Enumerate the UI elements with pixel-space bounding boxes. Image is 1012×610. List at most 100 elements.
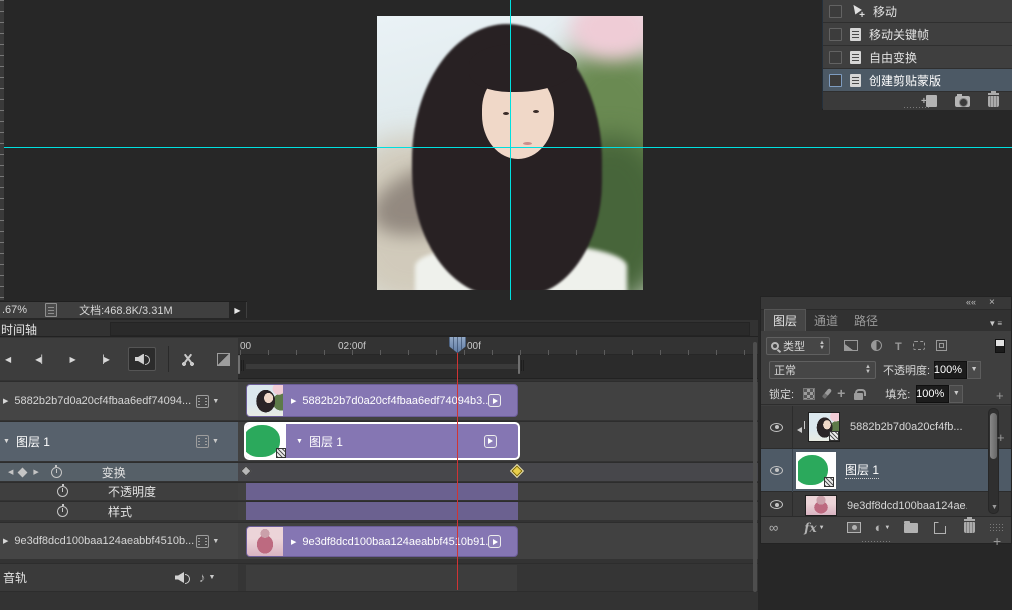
stopwatch-icon[interactable] bbox=[51, 467, 62, 478]
history-item-free-transform[interactable]: 自由变换 bbox=[823, 46, 1012, 69]
music-note-icon[interactable] bbox=[199, 569, 206, 587]
tab-paths[interactable]: 路径 bbox=[846, 310, 886, 331]
document-info[interactable]: 文档:468.8K/3.31M bbox=[79, 302, 173, 318]
layer-row-2-selected[interactable]: 图层 1 bbox=[761, 449, 1011, 492]
tab-layers[interactable]: 图层 bbox=[764, 309, 806, 331]
property-header-style[interactable]: 样式 bbox=[0, 501, 238, 520]
layer-thumbnail[interactable] bbox=[808, 412, 840, 442]
new-snapshot-icon[interactable] bbox=[955, 96, 970, 107]
clip-track-1[interactable]: ▶ 5882b2b7d0a20cf4fbaa6edf74094b3... bbox=[246, 384, 518, 417]
timeline-scrollbar[interactable] bbox=[753, 342, 757, 592]
panel-bottom-grip[interactable] bbox=[861, 540, 891, 543]
scroll-down-arrow-icon[interactable]: ▼ bbox=[991, 504, 998, 511]
track-header-2-selected[interactable]: ▼ 图层 1 ▼ bbox=[0, 421, 238, 461]
play-icon[interactable]: ▶ bbox=[69, 355, 75, 364]
panel-menu-icon[interactable]: ▼≡ bbox=[988, 319, 1003, 331]
lock-pixels-icon[interactable] bbox=[822, 388, 832, 399]
pane-handle-plus-1[interactable]: + bbox=[996, 388, 1004, 403]
horizontal-guide[interactable] bbox=[4, 147, 1012, 148]
add-keyframe-diamond-icon[interactable] bbox=[18, 467, 28, 477]
clip-options-button[interactable] bbox=[488, 394, 501, 407]
lock-all-icon[interactable] bbox=[854, 393, 863, 400]
mute-audio-button[interactable] bbox=[128, 347, 156, 371]
filter-pixel-layers-icon[interactable] bbox=[844, 340, 858, 351]
filter-smart-objects-icon[interactable] bbox=[936, 340, 947, 351]
filter-shape-layers-icon[interactable] bbox=[913, 341, 925, 350]
layers-scrollbar[interactable]: ▼ bbox=[988, 408, 999, 514]
previous-frame-icon[interactable]: ◀▏ bbox=[35, 355, 47, 364]
audio-track-header[interactable]: 音轨 ▼ bbox=[0, 563, 238, 591]
visibility-eye-icon[interactable] bbox=[770, 423, 783, 432]
tab-timeline[interactable]: 时间轴 bbox=[1, 321, 37, 338]
filter-toggle-icon[interactable] bbox=[995, 339, 1005, 353]
new-group-icon[interactable] bbox=[904, 523, 918, 533]
panel-resize-grip[interactable] bbox=[903, 106, 931, 109]
fill-value[interactable]: 100% bbox=[916, 385, 949, 403]
filter-adjustment-layers-icon[interactable] bbox=[871, 340, 882, 351]
history-source-checkbox[interactable] bbox=[829, 51, 842, 64]
adjustment-layer-icon[interactable] bbox=[875, 519, 883, 537]
visibility-eye-icon[interactable] bbox=[770, 500, 783, 509]
track-media-menu[interactable]: ▼ bbox=[196, 535, 219, 548]
track-media-menu[interactable]: ▼ bbox=[196, 435, 219, 448]
pane-handle-plus-3[interactable]: + bbox=[993, 533, 1001, 549]
first-frame-icon[interactable]: ◀ bbox=[5, 355, 11, 364]
layer-name[interactable]: 5882b2b7d0a20cf4fb... bbox=[850, 421, 970, 433]
status-page-icon[interactable] bbox=[45, 303, 57, 317]
work-area-end-handle[interactable] bbox=[518, 355, 520, 374]
expand-track-icon[interactable]: ▶ bbox=[3, 397, 8, 405]
vertical-guide[interactable] bbox=[510, 0, 511, 300]
property-header-transform[interactable]: ◀ ▶ 变换 bbox=[0, 462, 238, 481]
new-layer-icon[interactable] bbox=[934, 522, 946, 534]
audio-mute-icon[interactable] bbox=[175, 572, 189, 583]
delete-layer-icon[interactable] bbox=[964, 522, 975, 533]
opacity-value[interactable]: 100% bbox=[934, 361, 967, 379]
zoom-level[interactable]: .67% bbox=[2, 304, 27, 316]
chevron-down-icon[interactable]: ▼ bbox=[209, 574, 216, 581]
history-source-checkbox[interactable] bbox=[829, 28, 842, 41]
next-keyframe-icon[interactable]: ▶ bbox=[33, 468, 38, 476]
visibility-eye-icon[interactable] bbox=[770, 466, 783, 475]
lock-position-icon[interactable] bbox=[837, 385, 845, 403]
blend-mode-combo[interactable]: 正常 bbox=[769, 361, 876, 379]
layer-row-1[interactable]: 5882b2b7d0a20cf4fb... bbox=[761, 406, 1011, 449]
lock-transparency-icon[interactable] bbox=[803, 388, 815, 400]
clip-expand-icon[interactable]: ▶ bbox=[291, 397, 296, 405]
work-area-start-handle[interactable] bbox=[238, 355, 240, 374]
history-source-checkbox[interactable] bbox=[829, 5, 842, 18]
previous-keyframe-icon[interactable]: ◀ bbox=[8, 468, 13, 476]
layer-name[interactable]: 9e3df8dcd100baa124ae... bbox=[847, 500, 967, 512]
add-layer-mask-icon[interactable] bbox=[847, 522, 861, 533]
history-item-move-keyframe[interactable]: 移动关键帧 bbox=[823, 23, 1012, 46]
track-header-3[interactable]: ▶ 9e3df8dcd100baa124aeabbf4510b... ▼ bbox=[0, 522, 238, 559]
stopwatch-icon[interactable] bbox=[57, 506, 68, 517]
transition-icon[interactable] bbox=[217, 353, 230, 366]
stopwatch-icon[interactable] bbox=[57, 486, 68, 497]
clip-options-button[interactable] bbox=[488, 535, 501, 548]
layer-thumbnail[interactable] bbox=[796, 452, 836, 489]
tab-channels[interactable]: 通道 bbox=[806, 310, 846, 331]
collapse-track-icon[interactable]: ▼ bbox=[3, 438, 10, 445]
fill-dropdown-button[interactable]: ▼ bbox=[949, 385, 963, 403]
delete-state-icon[interactable] bbox=[988, 96, 999, 107]
collapse-panel-icon[interactable]: «« bbox=[966, 297, 976, 307]
opacity-dropdown-button[interactable]: ▼ bbox=[967, 361, 981, 379]
timeline-ruler[interactable]: 00 02:00f 00f bbox=[238, 338, 758, 355]
link-layers-icon[interactable] bbox=[769, 519, 778, 537]
property-header-opacity[interactable]: 不透明度 bbox=[0, 482, 238, 500]
expand-track-icon[interactable]: ▶ bbox=[3, 537, 8, 545]
track-header-1[interactable]: ▶ 5882b2b7d0a20cf4fbaa6edf74094... ▼ bbox=[0, 381, 238, 420]
scrollbar-thumb[interactable] bbox=[990, 413, 997, 459]
close-panel-icon[interactable]: × bbox=[989, 297, 995, 308]
history-source-checkbox[interactable] bbox=[829, 74, 842, 87]
layer-row-3[interactable]: 9e3df8dcd100baa124ae... bbox=[761, 492, 1011, 516]
history-item-move[interactable]: 移动 bbox=[823, 0, 1012, 23]
clip-track-3[interactable]: ▶ 9e3df8dcd100baa124aeabbf4510b91... bbox=[246, 526, 518, 557]
clip-collapse-icon[interactable]: ▼ bbox=[296, 438, 303, 445]
layer-name[interactable]: 图层 1 bbox=[845, 461, 879, 479]
split-at-playhead-icon[interactable] bbox=[181, 353, 195, 366]
history-item-create-clipping-mask[interactable]: 创建剪贴蒙版 bbox=[823, 69, 1012, 92]
clip-track-2-selected[interactable]: ▼ 图层 1 bbox=[244, 422, 520, 460]
layer-thumbnail[interactable] bbox=[805, 495, 837, 516]
clip-expand-icon[interactable]: ▶ bbox=[291, 538, 296, 546]
